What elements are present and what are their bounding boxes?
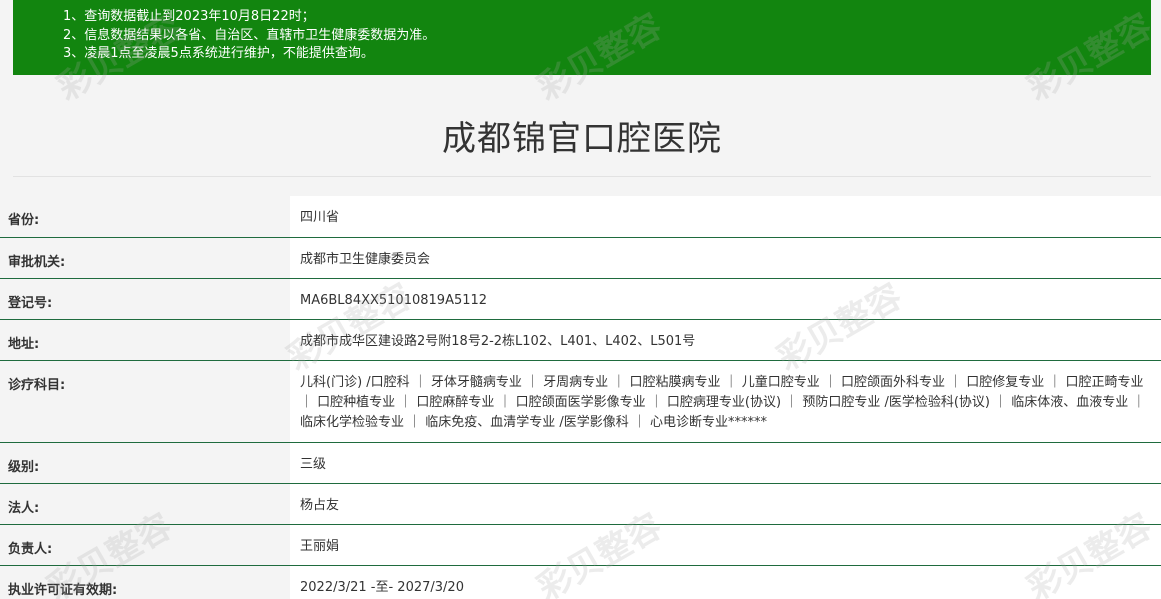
table-row: 负责人: 王丽娟 [0, 524, 1161, 566]
page: 1、查询数据截止到2023年10月8日22时； 2、信息数据结果以各省、自治区、… [0, 0, 1161, 599]
title-area: 成都锦官口腔医院 [13, 75, 1151, 177]
row-value: 四川省 [290, 196, 1161, 238]
row-value: 三级 [290, 442, 1161, 484]
row-label: 负责人: [0, 524, 290, 566]
notice-line-2: 2、信息数据结果以各省、自治区、直辖市卫生健康委数据为准。 [63, 27, 436, 43]
table-row: 法人: 杨占友 [0, 483, 1161, 525]
row-value: 儿科(门诊) /口腔科 ｜ 牙体牙髓病专业 ｜ 牙周病专业 ｜ 口腔粘膜病专业 … [290, 360, 1161, 443]
notice-banner: 1、查询数据截止到2023年10月8日22时； 2、信息数据结果以各省、自治区、… [13, 0, 1151, 75]
notice-line-3: 3、凌晨1点至凌晨5点系统进行维护，不能提供查询。 [63, 46, 374, 61]
table-row: 地址: 成都市成华区建设路2号附18号2-2栋L102、L401、L402、L5… [0, 319, 1161, 361]
table-row: 登记号: MA6BL84XX51010819A5112 [0, 278, 1161, 320]
row-label: 级别: [0, 442, 290, 484]
row-value: 2022/3/21 -至- 2027/3/20 [290, 565, 1161, 599]
table-row: 级别: 三级 [0, 442, 1161, 484]
row-label: 地址: [0, 319, 290, 361]
hospital-name: 成都锦官口腔医院 [442, 119, 722, 159]
row-label: 法人: [0, 483, 290, 525]
row-value: 王丽娟 [290, 524, 1161, 566]
row-label: 审批机关: [0, 237, 290, 279]
row-label: 诊疗科目: [0, 360, 290, 443]
row-label: 执业许可证有效期: [0, 565, 290, 599]
row-value: MA6BL84XX51010819A5112 [290, 278, 1161, 320]
hospital-info-table: 省份: 四川省 审批机关: 成都市卫生健康委员会 登记号: MA6BL84XX5… [0, 196, 1161, 599]
row-label: 登记号: [0, 278, 290, 320]
table-row: 执业许可证有效期: 2022/3/21 -至- 2027/3/20 [0, 565, 1161, 599]
table-row: 诊疗科目: 儿科(门诊) /口腔科 ｜ 牙体牙髓病专业 ｜ 牙周病专业 ｜ 口腔… [0, 360, 1161, 443]
row-value: 成都市成华区建设路2号附18号2-2栋L102、L401、L402、L501号 [290, 319, 1161, 361]
title-divider [13, 176, 1151, 177]
row-value: 杨占友 [290, 483, 1161, 525]
table-row: 省份: 四川省 [0, 196, 1161, 238]
table-row: 审批机关: 成都市卫生健康委员会 [0, 237, 1161, 279]
notice-line-1: 1、查询数据截止到2023年10月8日22时； [63, 9, 315, 24]
row-label: 省份: [0, 196, 290, 238]
row-value: 成都市卫生健康委员会 [290, 237, 1161, 279]
